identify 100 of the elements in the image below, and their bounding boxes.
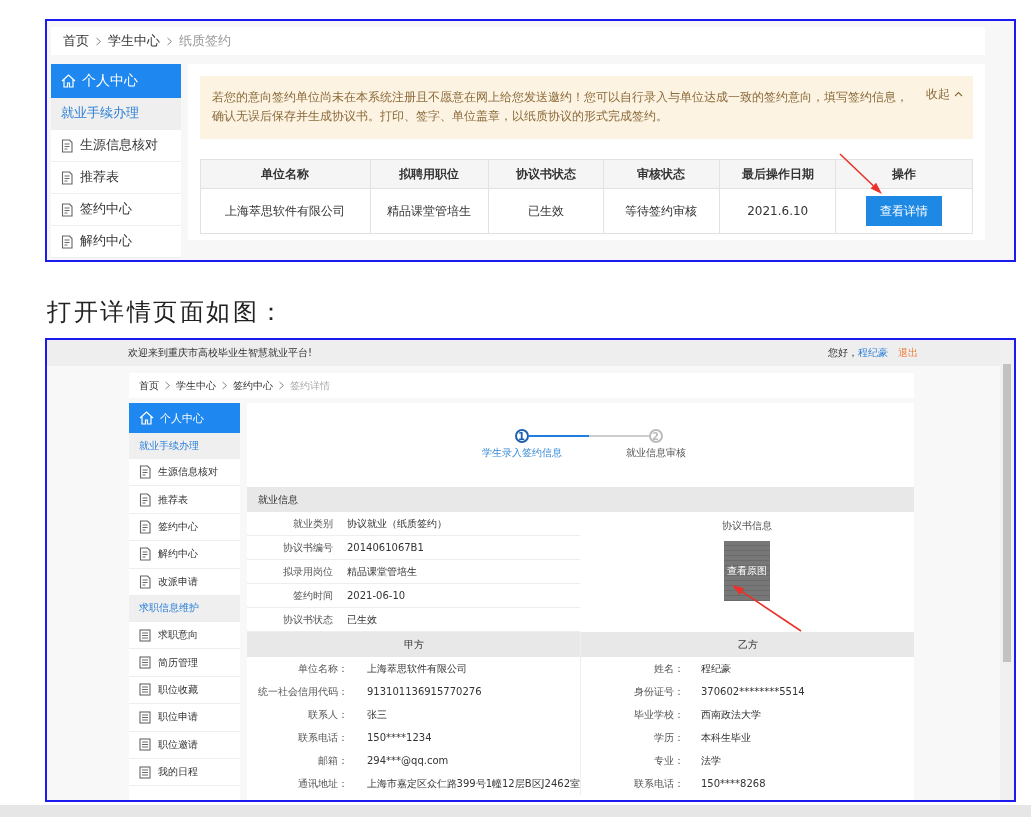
- list-icon: [139, 738, 151, 752]
- sidebar-item[interactable]: 推荐表: [129, 486, 240, 514]
- breadcrumb-link[interactable]: 签约中心: [233, 378, 273, 393]
- field-label: 邮箱：: [317, 753, 348, 768]
- document-icon: [139, 547, 151, 562]
- list-icon: [139, 628, 151, 642]
- field-label: 联系人：: [307, 707, 348, 722]
- field-value: 程纪豪: [701, 661, 731, 676]
- home-icon: [61, 74, 76, 88]
- field-value: 已生效: [347, 612, 377, 627]
- field-label: 毕业学校：: [633, 707, 684, 722]
- field-label: 学历：: [653, 730, 684, 745]
- document-thumbnail[interactable]: 查看原图: [724, 541, 770, 601]
- table-cell: 上海萃思软件有限公司: [200, 188, 371, 234]
- document-icon: [61, 202, 73, 217]
- field-label: 单位名称：: [297, 661, 348, 676]
- field-value: 913101136915770276: [367, 686, 482, 697]
- breadcrumb-link[interactable]: 学生中心: [176, 378, 216, 393]
- section-title: 甲方: [403, 637, 424, 652]
- column-header: 操作: [836, 159, 973, 189]
- chevron-icon: [278, 381, 285, 390]
- column-header: 审核状态: [603, 159, 720, 189]
- caption-text: 打开详情页面如图：: [47, 299, 286, 325]
- column-header: 拟聘用职位: [370, 159, 489, 189]
- field-value: 精品课堂管培生: [347, 564, 417, 579]
- table-cell: 等待签约审核: [603, 188, 720, 234]
- sidebar-item[interactable]: 生源信息核对: [51, 130, 181, 162]
- section-title: 乙方: [737, 637, 758, 652]
- agreement-title: 协议书信息: [722, 519, 772, 533]
- breadcrumb-link[interactable]: 首页: [139, 378, 159, 393]
- list-icon: [139, 710, 151, 724]
- breadcrumb-link[interactable]: 首页: [63, 32, 89, 50]
- field-value: 2021-06-10: [347, 590, 406, 601]
- document-icon: [61, 138, 73, 153]
- sidebar-item[interactable]: 职位邀请: [129, 731, 240, 759]
- sidebar-item[interactable]: 职位收藏: [129, 676, 240, 705]
- field-value: 294***@qq.com: [367, 755, 449, 766]
- field-label: 专业：: [653, 753, 684, 768]
- view-details-button[interactable]: 查看详情: [866, 196, 943, 226]
- document-icon: [139, 574, 151, 589]
- sidebar-item[interactable]: 签约中心: [129, 513, 240, 542]
- chevron-icon: [164, 381, 171, 390]
- breadcrumb-link[interactable]: 学生中心: [108, 32, 160, 50]
- field-value: 150****1234: [367, 732, 432, 743]
- welcome-text: 欢迎来到重庆市高校毕业生智慧就业平台!: [128, 346, 312, 360]
- sidebar-item[interactable]: 解约中心: [129, 541, 240, 569]
- field-label: 姓名：: [653, 661, 684, 676]
- field-value: 张三: [367, 707, 387, 722]
- annotation-arrow: [839, 153, 882, 194]
- document-icon: [139, 492, 151, 507]
- column-header: 单位名称: [200, 159, 371, 189]
- chevron-icon: [166, 36, 173, 46]
- chevron-icon: [95, 36, 102, 46]
- sidebar-item[interactable]: 生源信息核对: [129, 459, 240, 487]
- sidebar-item[interactable]: 职位申请: [129, 704, 240, 732]
- field-value: 370602********5514: [701, 686, 805, 697]
- sidebar-item[interactable]: 签约中心: [51, 194, 181, 226]
- field-value: 西南政法大学: [701, 707, 761, 722]
- column-header: 协议书状态: [488, 159, 604, 189]
- field-value: 本科生毕业: [701, 730, 751, 745]
- sidebar-item[interactable]: 我的日程: [129, 758, 240, 787]
- annotation-arrow: [732, 585, 802, 632]
- field-label: 联系电话：: [297, 730, 348, 745]
- field-label: 拟录用岗位: [282, 564, 333, 579]
- field-value: 2014061067B1: [347, 542, 424, 553]
- sidebar-item[interactable]: 简历管理: [129, 649, 240, 677]
- sidebar-group[interactable]: 求职信息维护: [129, 595, 240, 622]
- home-icon: [139, 411, 154, 425]
- sidebar-item[interactable]: 求职意向: [129, 621, 240, 650]
- table-cell: 已生效: [488, 188, 604, 234]
- list-icon: [139, 683, 151, 697]
- field-label: 通讯地址：: [296, 776, 348, 791]
- step-label: 学生录入签约信息: [481, 446, 562, 460]
- sidebar-item[interactable]: 解约中心: [51, 226, 181, 258]
- user-name-link[interactable]: 程纪豪: [858, 346, 888, 360]
- step-label: 就业信息审核: [625, 446, 686, 460]
- field-label: 身份证号：: [633, 684, 684, 699]
- sidebar-group[interactable]: 就业手续办理: [129, 433, 240, 459]
- document-icon: [139, 519, 151, 534]
- field-value: 上海市嘉定区众仁路399号1幢12层B区J2462室: [366, 776, 580, 791]
- table-cell: 2021.6.10: [719, 188, 836, 234]
- document-icon: [61, 170, 73, 185]
- field-label: 协议书状态: [282, 612, 333, 627]
- field-label: 协议书编号: [282, 540, 333, 555]
- field-label: 统一社会信用代码：: [257, 684, 348, 699]
- sidebar-item[interactable]: 推荐表: [51, 162, 181, 194]
- list-icon: [139, 765, 151, 779]
- list-icon: [139, 656, 151, 670]
- step-number: 1: [514, 429, 529, 443]
- sidebar-group[interactable]: 就业手续办理: [51, 98, 181, 130]
- caret-icon: [954, 91, 963, 97]
- sidebar-item[interactable]: 改派申请: [129, 568, 240, 596]
- collapse-toggle[interactable]: 收起: [926, 86, 963, 102]
- sidebar-title: 个人中心: [82, 72, 138, 90]
- chevron-icon: [221, 381, 228, 390]
- column-header: 最后操作日期: [719, 159, 836, 189]
- field-value: 上海萃思软件有限公司: [367, 661, 467, 676]
- scrollbar[interactable]: [1000, 340, 1014, 800]
- field-value: 协议就业（纸质签约）: [347, 516, 447, 531]
- notice-text: 若您的意向签约单位尚未在本系统注册且不愿意在网上给您发送邀约！您可以自行录入与单位达成一致的签约意向，填写签约信息，确认无误后保存并生成协议书。打印、签字、单位盖章，以纸质协议的形式完成签约。: [212, 89, 909, 125]
